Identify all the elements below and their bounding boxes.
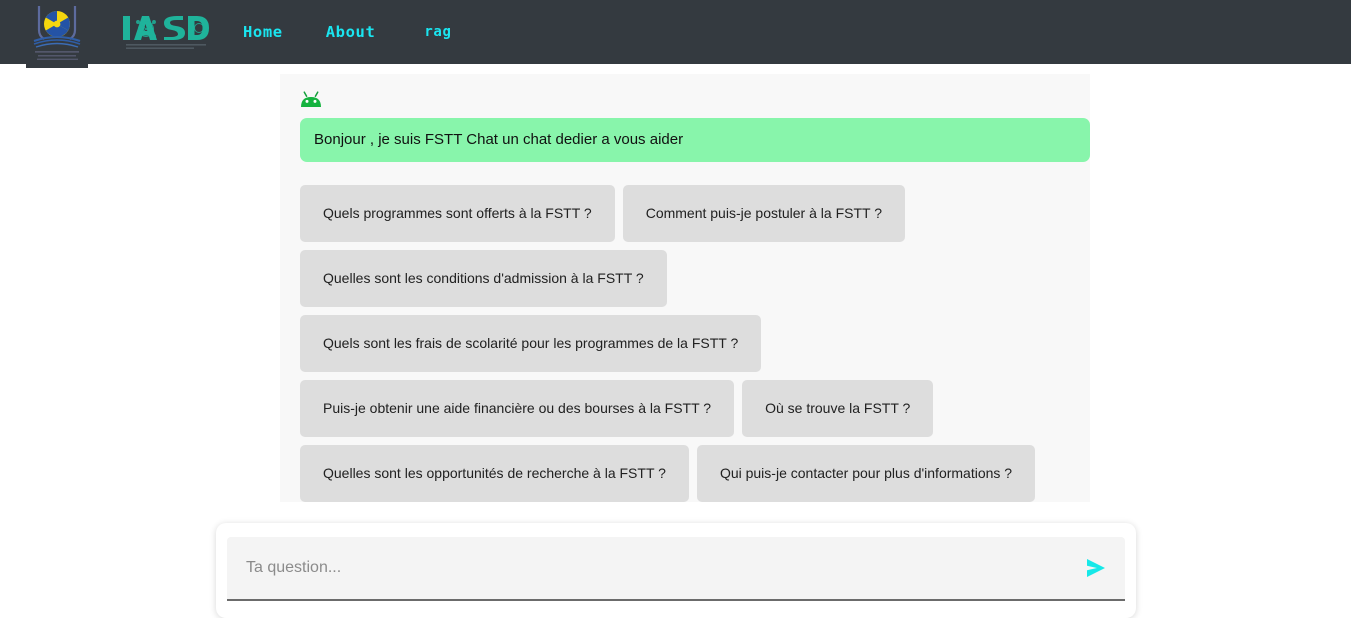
message-composer-card [216,523,1136,618]
suggestion-button-programmes[interactable]: Quels programmes sont offerts à la FSTT … [300,185,615,242]
suggestion-button-recherche[interactable]: Quelles sont les opportunités de recherc… [300,445,689,502]
university-crest-logo[interactable] [26,0,88,68]
question-input-wrapper[interactable] [227,537,1125,601]
android-robot-icon [301,91,321,107]
send-arrow-icon [1087,559,1105,577]
nav-link-rag[interactable]: rag [424,24,451,40]
chat-message-panel: Bonjour , je suis FSTT Chat un chat dedi… [280,74,1090,502]
suggestion-button-bourses[interactable]: Puis-je obtenir une aide financière ou d… [300,380,735,437]
suggestion-button-postuler[interactable]: Comment puis-je postuler à la FSTT ? [622,185,905,242]
suggestion-button-contact[interactable]: Qui puis-je contacter pour plus d'inform… [696,445,1036,502]
question-input[interactable] [227,537,1083,599]
iasd-brand-logo[interactable] [120,12,212,52]
nav-link-about[interactable]: About [326,23,376,41]
send-button[interactable] [1083,555,1109,581]
suggestion-button-localisation[interactable]: Où se trouve la FSTT ? [742,380,934,437]
suggested-questions-list: Quels programmes sont offerts à la FSTT … [300,185,1090,502]
nav-link-home[interactable]: Home [243,23,283,41]
primary-navigation: Home About rag [243,0,452,64]
suggestion-button-frais[interactable]: Quels sont les frais de scolarité pour l… [300,315,762,372]
suggestion-button-admission[interactable]: Quelles sont les conditions d'admission … [300,250,667,307]
top-navbar: Home About rag [0,0,1351,68]
bot-avatar-row [300,88,1080,110]
bot-message-bubble: Bonjour , je suis FSTT Chat un chat dedi… [300,118,1090,162]
